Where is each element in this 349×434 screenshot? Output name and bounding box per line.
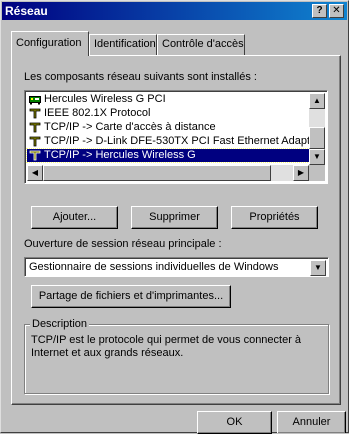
logon-label: Ouverture de session réseau principale : xyxy=(24,238,222,250)
logon-select-value: Gestionnaire de sessions individuelles d… xyxy=(29,261,279,273)
vertical-scrollbar[interactable]: ▲ ▼ xyxy=(309,93,325,165)
scroll-right-button[interactable]: ▶ xyxy=(293,165,309,181)
ok-button[interactable]: OK xyxy=(197,411,272,434)
arrow-up-icon: ▲ xyxy=(313,96,321,105)
list-item[interactable]: TCP/IP -> D-Link DFE-530TX PCI Fast Ethe… xyxy=(27,135,309,148)
remove-button[interactable]: Supprimer xyxy=(131,206,218,229)
arrow-right-icon: ▶ xyxy=(297,168,305,177)
description-text: TCP/IP est le protocole qui permet de vo… xyxy=(31,334,302,359)
list-item[interactable]: TCP/IP -> Carte d'accès à distance xyxy=(27,121,309,134)
cancel-button[interactable]: Annuler xyxy=(277,411,346,433)
tab-configuration-label: Configuration xyxy=(16,37,82,49)
scroll-left-button[interactable]: ◀ xyxy=(27,165,43,181)
list-item-label: IEEE 802.1X Protocol xyxy=(44,107,151,119)
tab-identification-label: Identification xyxy=(94,38,156,50)
add-button[interactable]: Ajouter... xyxy=(31,206,118,229)
list-item-label: TCP/IP -> Carte d'accès à distance xyxy=(44,121,216,133)
list-item-selected[interactable]: TCP/IP -> Hercules Wireless G xyxy=(26,148,310,163)
properties-button[interactable]: Propriétés xyxy=(231,206,318,229)
protocol-icon xyxy=(29,108,41,119)
vertical-scroll-thumb[interactable] xyxy=(309,127,325,149)
scroll-up-button[interactable]: ▲ xyxy=(309,93,325,109)
list-item-label: TCP/IP -> D-Link DFE-530TX PCI Fast Ethe… xyxy=(44,135,309,147)
components-list[interactable]: Hercules Wireless G PCI IEEE 802.1X Prot… xyxy=(24,90,328,184)
network-adapter-icon xyxy=(29,94,41,105)
tab-access-control-label: Contrôle d'accès xyxy=(162,38,244,50)
list-item-label: Hercules Wireless G PCI xyxy=(44,93,166,105)
description-legend: Description xyxy=(30,318,90,330)
list-item[interactable]: Hercules Wireless G PCI xyxy=(27,93,309,106)
components-label: Les composants réseau suivants sont inst… xyxy=(24,71,257,83)
arrow-down-icon: ▼ xyxy=(313,152,321,161)
scroll-down-button[interactable]: ▼ xyxy=(309,149,325,165)
scroll-corner xyxy=(309,165,325,181)
file-sharing-button[interactable]: Partage de fichiers et d'imprimantes... xyxy=(31,285,231,308)
tab-configuration[interactable]: Configuration xyxy=(11,31,89,56)
list-item[interactable]: IEEE 802.1X Protocol xyxy=(27,107,309,120)
chevron-down-icon: ▼ xyxy=(314,263,322,272)
arrow-left-icon: ◀ xyxy=(31,168,39,177)
protocol-icon xyxy=(29,136,41,147)
network-dialog: Réseau ? ✕ Configuration Identification … xyxy=(0,0,349,434)
close-button[interactable]: ✕ xyxy=(329,4,344,18)
tab-access-control[interactable]: Contrôle d'accès xyxy=(157,34,245,55)
protocol-icon xyxy=(29,122,41,133)
horizontal-scrollbar[interactable]: ◀ ▶ xyxy=(27,165,309,181)
window-title: Réseau xyxy=(5,4,48,18)
dropdown-button[interactable]: ▼ xyxy=(310,260,326,276)
tab-identification[interactable]: Identification xyxy=(89,34,157,55)
help-button[interactable]: ? xyxy=(312,4,327,18)
title-bar[interactable]: Réseau ? ✕ xyxy=(2,2,347,20)
horizontal-scroll-thumb[interactable] xyxy=(43,165,271,181)
list-item-label: TCP/IP -> Hercules Wireless G xyxy=(44,149,196,161)
close-icon: ✕ xyxy=(332,5,341,16)
logon-select[interactable]: Gestionnaire de sessions individuelles d… xyxy=(24,257,329,277)
protocol-icon xyxy=(29,150,41,161)
